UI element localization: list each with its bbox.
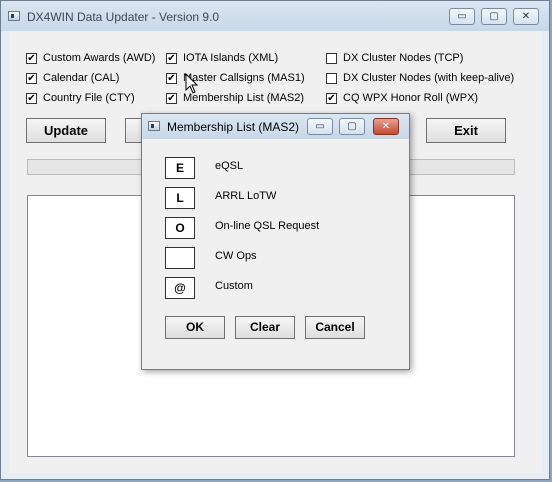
membership-list-dialog: Membership List (MAS2) ▭ ▢ ✕ E eQSL L AR… xyxy=(141,113,410,370)
dialog-close-button[interactable]: ✕ xyxy=(373,118,399,135)
mouse-pointer-icon xyxy=(185,73,199,94)
code-label-eqsl: eQSL xyxy=(215,160,244,172)
checkbox-box[interactable]: ✔ xyxy=(26,72,37,84)
checkbox-dx-cluster-tcp[interactable]: DX Cluster Nodes (TCP) xyxy=(326,52,463,64)
app-icon[interactable] xyxy=(8,11,20,21)
title-bar[interactable]: DX4WIN Data Updater - Version 9.0 ▭ ▢ ✕ xyxy=(1,1,549,31)
checkbox-iota-islands[interactable]: ✔ IOTA Islands (XML) xyxy=(166,52,278,64)
checkbox-label: Country File (CTY) xyxy=(43,92,135,104)
checkbox-box[interactable]: ✔ xyxy=(26,52,37,64)
code-label-online-qsl: On-line QSL Request xyxy=(215,220,320,232)
cancel-button[interactable]: Cancel xyxy=(305,316,365,339)
checkbox-label: IOTA Islands (XML) xyxy=(183,52,279,64)
code-field-cw-ops[interactable] xyxy=(165,247,195,269)
dialog-maximize-button[interactable]: ▢ xyxy=(339,118,365,135)
close-button[interactable]: ✕ xyxy=(513,8,539,25)
dialog-minimize-button[interactable]: ▭ xyxy=(307,118,333,135)
checkmark-icon: ✔ xyxy=(27,92,36,104)
code-label-cw-ops: CW Ops xyxy=(215,250,257,262)
update-button[interactable]: Update xyxy=(26,118,106,143)
checkbox-country-file[interactable]: ✔ Country File (CTY) xyxy=(26,92,135,104)
checkbox-box[interactable]: ✔ xyxy=(326,92,337,104)
code-field-online-qsl[interactable]: O xyxy=(165,217,195,239)
checkbox-label: CQ WPX Honor Roll (WPX) xyxy=(343,92,479,104)
clear-button[interactable]: Clear xyxy=(235,316,295,339)
checkbox-cq-wpx[interactable]: ✔ CQ WPX Honor Roll (WPX) xyxy=(326,92,478,104)
checkbox-label: Calendar (CAL) xyxy=(43,72,120,84)
checkmark-icon: ✔ xyxy=(327,92,336,104)
checkbox-label: Master Callsigns (MAS1) xyxy=(183,72,305,84)
minimize-button[interactable]: ▭ xyxy=(449,8,475,25)
checkbox-label: DX Cluster Nodes (TCP) xyxy=(343,52,464,64)
code-field-lotw[interactable]: L xyxy=(165,187,195,209)
exit-button[interactable]: Exit xyxy=(426,118,506,143)
checkbox-box[interactable]: ✔ xyxy=(166,52,177,64)
checkbox-custom-awards[interactable]: ✔ Custom Awards (AWD) xyxy=(26,52,155,64)
dialog-title: Membership List (MAS2) xyxy=(167,120,300,134)
checkbox-label: DX Cluster Nodes (with keep-alive) xyxy=(343,72,515,84)
checkbox-label: Custom Awards (AWD) xyxy=(43,52,156,64)
checkmark-icon: ✔ xyxy=(167,72,176,84)
dialog-app-icon[interactable] xyxy=(148,121,160,131)
code-label-custom: Custom xyxy=(215,280,253,292)
checkmark-icon: ✔ xyxy=(167,92,176,104)
checkbox-dx-cluster-keepalive[interactable]: DX Cluster Nodes (with keep-alive) xyxy=(326,72,514,84)
checkmark-icon: ✔ xyxy=(27,72,36,84)
maximize-button[interactable]: ▢ xyxy=(481,8,507,25)
checkbox-box[interactable] xyxy=(326,72,337,84)
ok-button[interactable]: OK xyxy=(165,316,225,339)
checkmark-icon: ✔ xyxy=(167,52,176,64)
checkbox-box[interactable]: ✔ xyxy=(166,72,177,84)
dialog-title-bar[interactable]: Membership List (MAS2) ▭ ▢ ✕ xyxy=(142,114,409,139)
checkbox-box[interactable]: ✔ xyxy=(26,92,37,104)
checkbox-box[interactable] xyxy=(326,52,337,64)
checkmark-icon: ✔ xyxy=(27,52,36,64)
checkbox-calendar[interactable]: ✔ Calendar (CAL) xyxy=(26,72,119,84)
checkbox-box[interactable]: ✔ xyxy=(166,92,177,104)
code-field-custom[interactable]: @ xyxy=(165,277,195,299)
window-title: DX4WIN Data Updater - Version 9.0 xyxy=(27,10,220,24)
checkbox-label: Membership List (MAS2) xyxy=(183,92,305,104)
code-field-eqsl[interactable]: E xyxy=(165,157,195,179)
code-label-lotw: ARRL LoTW xyxy=(215,190,277,202)
